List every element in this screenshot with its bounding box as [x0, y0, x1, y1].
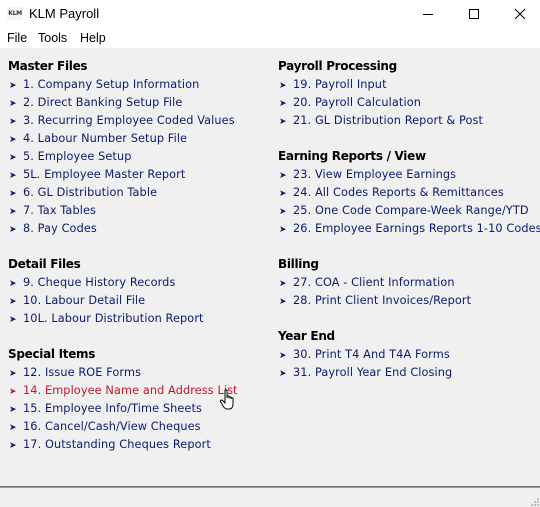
link-all-codes-reports[interactable]: ➤ 24. All Codes Reports & Remittances [279, 186, 504, 199]
link-payroll-input[interactable]: ➤ 19. Payroll Input [279, 78, 387, 91]
maximize-icon [469, 9, 479, 19]
link-payroll-year-end-closing[interactable]: ➤ 31. Payroll Year End Closing [279, 366, 452, 379]
arrow-icon: ➤ [9, 207, 17, 217]
arrow-icon: ➤ [9, 441, 17, 451]
arrow-icon: ➤ [9, 405, 17, 415]
link-coa-client-information[interactable]: ➤ 27. COA - Client Information [279, 276, 455, 289]
link-cancel-cash-view-cheques[interactable]: ➤ 16. Cancel/Cash/View Cheques [9, 420, 201, 433]
link-view-employee-earnings[interactable]: ➤ 23. View Employee Earnings [279, 168, 456, 181]
link-gl-distribution-report-post[interactable]: ➤ 21. GL Distribution Report & Post [279, 114, 483, 127]
menu-tools[interactable]: Tools [38, 31, 67, 45]
arrow-icon: ➤ [9, 297, 17, 307]
menu-help[interactable]: Help [80, 31, 106, 45]
link-labour-number-setup[interactable]: ➤ 4. Labour Number Setup File [9, 132, 187, 145]
arrow-icon: ➤ [9, 387, 17, 397]
link-issue-roe-forms[interactable]: ➤ 12. Issue ROE Forms [9, 366, 141, 379]
link-employee-setup[interactable]: ➤ 5. Employee Setup [9, 150, 132, 163]
link-recurring-coded-values[interactable]: ➤ 3. Recurring Employee Coded Values [9, 114, 235, 127]
arrow-icon: ➤ [279, 369, 287, 379]
arrow-icon: ➤ [9, 81, 17, 91]
arrow-icon: ➤ [9, 117, 17, 127]
link-print-client-invoices[interactable]: ➤ 28. Print Client Invoices/Report [279, 294, 471, 307]
arrow-icon: ➤ [9, 279, 17, 289]
link-print-t4-t4a-forms[interactable]: ➤ 30. Print T4 And T4A Forms [279, 348, 450, 361]
arrow-icon: ➤ [9, 171, 17, 181]
arrow-icon: ➤ [9, 135, 17, 145]
minimize-button[interactable] [405, 0, 451, 28]
arrow-icon: ➤ [9, 315, 17, 325]
section-title-year-end: Year End [278, 329, 335, 343]
link-company-setup[interactable]: ➤ 1. Company Setup Information [9, 78, 199, 91]
link-gl-distribution-table[interactable]: ➤ 6. GL Distribution Table [9, 186, 157, 199]
main-menu-panel: Master Files ➤ 1. Company Setup Informati… [0, 48, 540, 486]
arrow-icon: ➤ [9, 369, 17, 379]
section-title-payroll-processing: Payroll Processing [278, 59, 397, 73]
link-employee-earnings-reports[interactable]: ➤ 26. Employee Earnings Reports 1-10 Code… [279, 222, 540, 235]
close-button[interactable] [497, 0, 540, 28]
title-bar: KLM KLM Payroll [0, 0, 540, 28]
arrow-icon: ➤ [9, 189, 17, 199]
arrow-icon: ➤ [279, 99, 287, 109]
status-bar [0, 488, 540, 507]
arrow-icon: ➤ [279, 351, 287, 361]
arrow-icon: ➤ [279, 225, 287, 235]
arrow-icon: ➤ [9, 99, 17, 109]
section-title-billing: Billing [278, 257, 319, 271]
arrow-icon: ➤ [9, 153, 17, 163]
window-title: KLM Payroll [29, 6, 100, 21]
maximize-button[interactable] [451, 0, 497, 28]
menu-file[interactable]: File [7, 31, 27, 45]
link-tax-tables[interactable]: ➤ 7. Tax Tables [9, 204, 96, 217]
minimize-icon [423, 14, 433, 15]
section-title-master-files: Master Files [8, 59, 88, 73]
resize-grip-icon[interactable] [528, 495, 540, 507]
link-labour-detail-file[interactable]: ➤ 10. Labour Detail File [9, 294, 145, 307]
arrow-icon: ➤ [279, 117, 287, 127]
link-employee-master-report[interactable]: ➤ 5L. Employee Master Report [9, 168, 185, 181]
link-employee-info-time-sheets[interactable]: ➤ 15. Employee Info/Time Sheets [9, 402, 202, 415]
arrow-icon: ➤ [279, 207, 287, 217]
hand-pointer-cursor-icon [219, 389, 234, 410]
arrow-icon: ➤ [279, 297, 287, 307]
app-logo-icon: KLM [7, 7, 23, 20]
menu-bar: File Tools Help [0, 28, 540, 48]
arrow-icon: ➤ [279, 81, 287, 91]
link-payroll-calculation[interactable]: ➤ 20. Payroll Calculation [279, 96, 421, 109]
arrow-icon: ➤ [279, 279, 287, 289]
link-employee-name-address-list[interactable]: ➤ 14. Employee Name and Address List [9, 384, 238, 397]
link-one-code-compare[interactable]: ➤ 25. One Code Compare-Week Range/YTD [279, 204, 529, 217]
arrow-icon: ➤ [9, 423, 17, 433]
link-cheque-history[interactable]: ➤ 9. Cheque History Records [9, 276, 175, 289]
arrow-icon: ➤ [9, 225, 17, 235]
link-direct-banking[interactable]: ➤ 2. Direct Banking Setup File [9, 96, 182, 109]
link-labour-distribution-report[interactable]: ➤ 10L. Labour Distribution Report [9, 312, 204, 325]
arrow-icon: ➤ [279, 171, 287, 181]
link-pay-codes[interactable]: ➤ 8. Pay Codes [9, 222, 97, 235]
section-title-earning-reports: Earning Reports / View [278, 149, 426, 163]
close-icon [514, 8, 526, 20]
section-title-detail-files: Detail Files [8, 257, 81, 271]
arrow-icon: ➤ [279, 189, 287, 199]
section-title-special-items: Special Items [8, 347, 96, 361]
link-outstanding-cheques-report[interactable]: ➤ 17. Outstanding Cheques Report [9, 438, 211, 451]
